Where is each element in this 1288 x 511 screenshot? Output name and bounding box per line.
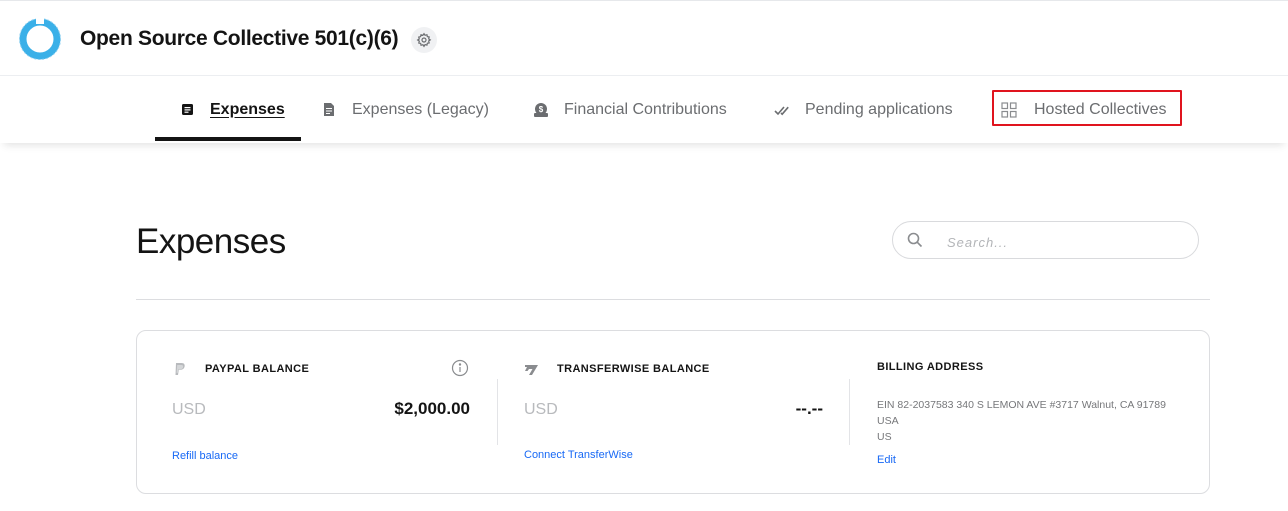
balances-card: PAYPAL BALANCE USD $2,000.00 Refill bala… (136, 330, 1210, 494)
collective-header: Open Source Collective 501(c)(6) (0, 3, 1288, 76)
billing-address-text: EIN 82-2037583 340 S LEMON AVE #3717 Wal… (877, 397, 1177, 445)
column-divider (849, 379, 850, 445)
transferwise-balance-section: TRANSFERWISE BALANCE USD --.-- Connect T… (497, 331, 849, 495)
svg-text:$: $ (539, 105, 544, 114)
connect-transferwise-link[interactable]: Connect TransferWise (524, 449, 633, 461)
search-input[interactable] (945, 230, 1189, 254)
billing-address-label: BILLING ADDRESS (877, 361, 984, 373)
billing-country: US (877, 431, 892, 443)
billing-address-heading: BILLING ADDRESS (877, 361, 983, 373)
tab-expenses-legacy[interactable]: Expenses (Legacy) (320, 76, 489, 143)
gear-icon (416, 32, 432, 48)
header-divider (136, 299, 1210, 300)
tab-label: Expenses (Legacy) (352, 100, 489, 118)
transferwise-balance-heading: TRANSFERWISE BALANCE (524, 361, 710, 377)
paypal-currency: USD (172, 401, 206, 418)
info-icon[interactable] (451, 359, 469, 377)
edit-billing-address-link[interactable]: Edit (877, 454, 896, 466)
transferwise-currency: USD (524, 401, 558, 418)
receipt-icon (178, 101, 196, 119)
collective-title[interactable]: Open Source Collective 501(c)(6) (80, 27, 399, 51)
search-box[interactable] (892, 221, 1199, 259)
double-check-icon (773, 101, 791, 119)
paypal-balance-section: PAYPAL BALANCE USD $2,000.00 Refill bala… (137, 331, 497, 495)
highlight-box (992, 90, 1182, 126)
tab-pending-applications[interactable]: Pending applications (773, 76, 953, 143)
paypal-balance-heading: PAYPAL BALANCE (172, 361, 309, 377)
tab-label: Financial Contributions (564, 100, 727, 118)
money-bag-icon: $ (532, 101, 550, 119)
tab-label: Pending applications (805, 100, 953, 118)
refill-balance-link[interactable]: Refill balance (172, 450, 238, 462)
document-icon (320, 101, 338, 119)
settings-button[interactable] (411, 27, 437, 53)
tab-label: Expenses (210, 100, 285, 118)
transferwise-amount: --.-- (795, 399, 823, 418)
active-tab-indicator (155, 137, 301, 141)
billing-address-line: EIN 82-2037583 340 S LEMON AVE #3717 Wal… (877, 399, 1166, 427)
paypal-balance-label: PAYPAL BALANCE (205, 363, 310, 375)
transferwise-balance-label: TRANSFERWISE BALANCE (557, 363, 710, 375)
collective-logo[interactable] (18, 17, 62, 61)
tab-expenses[interactable]: Expenses (178, 76, 285, 143)
paypal-icon (172, 361, 188, 377)
search-icon (907, 232, 923, 248)
tab-financial-contributions[interactable]: $ Financial Contributions (532, 76, 727, 143)
paypal-amount: $2,000.00 (394, 399, 470, 418)
transferwise-icon (524, 361, 540, 377)
page-title: Expenses (136, 222, 286, 261)
